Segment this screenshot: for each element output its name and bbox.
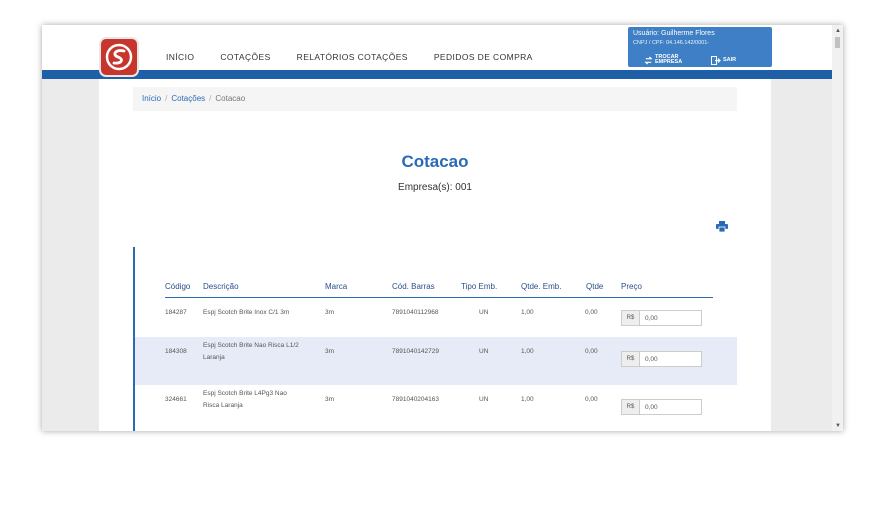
user-company: CNPJ / CPF: 04.146.142/0001- xyxy=(633,40,710,46)
col-header-codigo: Código xyxy=(165,282,191,291)
cell-qtde: 0,00 xyxy=(585,309,598,316)
col-header-descricao: Descrição xyxy=(203,282,239,291)
price-field: R$ xyxy=(621,310,702,326)
cell-descricao-line2: Risca Laranja xyxy=(203,402,243,409)
cell-qtde: 0,00 xyxy=(585,396,598,403)
cell-cod-barras: 7891040204163 xyxy=(392,396,439,403)
swap-icon xyxy=(644,55,653,65)
vertical-scrollbar[interactable]: ▲ ▼ xyxy=(832,25,843,431)
breadcrumb: Início / Cotações / Cotacao xyxy=(133,87,737,111)
cell-codigo: 184287 xyxy=(165,309,187,316)
cell-tipo-emb: UN xyxy=(479,309,489,316)
logo-icon[interactable] xyxy=(99,37,139,77)
cell-marca: 3m xyxy=(325,348,335,355)
price-input[interactable] xyxy=(640,399,702,415)
breadcrumb-separator: / xyxy=(209,94,212,103)
price-input[interactable] xyxy=(640,351,702,367)
logout-icon xyxy=(711,55,721,65)
breadcrumb-separator: / xyxy=(165,94,168,103)
print-icon[interactable] xyxy=(716,219,728,237)
cell-descricao: Espj Scotch Brite Nao Risca L1/2 xyxy=(203,342,299,349)
price-field: R$ xyxy=(621,351,702,367)
table-row: 324661 Espj Scotch Brite L4Pg3 Nao Risca… xyxy=(135,385,737,431)
col-header-cod-barras: Cód. Barras xyxy=(392,282,435,291)
cell-marca: 3m xyxy=(325,396,335,403)
page-subtitle: Empresa(s): 001 xyxy=(398,182,472,193)
cell-descricao-line2: Laranja xyxy=(203,354,225,361)
page-title: Cotacao xyxy=(401,152,469,171)
cell-descricao: Espj Scotch Brite Inox C/1 3m xyxy=(203,309,290,316)
logout-label: SAIR xyxy=(723,56,737,63)
cell-qtde: 0,00 xyxy=(585,348,598,355)
logout-button[interactable]: SAIR xyxy=(711,55,736,65)
nav-item-cotacoes[interactable]: COTAÇÕES xyxy=(220,52,270,62)
cell-descricao: Espj Scotch Brite L4Pg3 Nao xyxy=(203,390,287,397)
nav-item-relatorios-cotacoes[interactable]: RELATÓRIOS COTAÇÕES xyxy=(297,52,408,62)
breadcrumb-item-inicio[interactable]: Início xyxy=(142,94,161,103)
cell-marca: 3m xyxy=(325,309,335,316)
cell-codigo: 324661 xyxy=(165,396,187,403)
col-header-tipo-emb: Tipo Emb. xyxy=(461,282,498,291)
cell-qtde-emb: 1,00 xyxy=(521,309,534,316)
breadcrumb-item-current: Cotacao xyxy=(215,94,246,103)
currency-addon: R$ xyxy=(621,399,640,415)
currency-addon: R$ xyxy=(621,310,640,326)
user-panel: Usuário: Guilherme Flores CNPJ / CPF: 04… xyxy=(628,27,772,67)
col-header-qtde-emb: Qtde. Emb. xyxy=(521,282,562,291)
main-content: Início / Cotações / Cotacao Cotacao Empresa(… xyxy=(99,79,771,431)
scroll-up-arrow-icon[interactable]: ▲ xyxy=(835,28,841,34)
cell-codigo: 184308 xyxy=(165,348,187,355)
cell-qtde-emb: 1,00 xyxy=(521,396,534,403)
table-row: 184308 Espj Scotch Brite Nao Risca L1/2 … xyxy=(135,337,737,385)
user-name: Usuário: Guilherme Flores xyxy=(633,30,715,37)
currency-addon: R$ xyxy=(621,351,640,367)
quotation-table: Código Descrição Marca Cód. Barras Tipo … xyxy=(133,247,737,431)
header-accent-bar xyxy=(42,70,832,79)
browser-window: INÍCIO COTAÇÕES RELATÓRIOS COTAÇÕES PEDI… xyxy=(42,25,843,431)
table-header: Código Descrição Marca Cód. Barras Tipo … xyxy=(165,282,713,298)
scrollbar-thumb[interactable] xyxy=(835,37,840,48)
switch-company-label: TROCAR EMPRESA xyxy=(655,54,683,65)
col-header-preco: Preço xyxy=(621,282,642,291)
col-header-qtde: Qtde xyxy=(586,282,604,291)
cell-cod-barras: 7891040142729 xyxy=(392,348,439,355)
cell-qtde-emb: 1,00 xyxy=(521,348,534,355)
cell-cod-barras: 7891040112968 xyxy=(392,309,439,316)
main-nav: INÍCIO COTAÇÕES RELATÓRIOS COTAÇÕES PEDI… xyxy=(166,52,559,62)
table-row: 184287 Espj Scotch Brite Inox C/1 3m 3m … xyxy=(135,303,737,337)
scroll-down-arrow-icon[interactable]: ▼ xyxy=(835,423,841,429)
nav-item-inicio[interactable]: INÍCIO xyxy=(166,52,194,62)
switch-company-button[interactable]: TROCAR EMPRESA xyxy=(644,54,683,65)
cell-tipo-emb: UN xyxy=(479,348,489,355)
col-header-marca: Marca xyxy=(325,282,348,291)
price-field: R$ xyxy=(621,399,702,415)
breadcrumb-item-cotacoes[interactable]: Cotações xyxy=(171,94,205,103)
nav-item-pedidos-de-compra[interactable]: PEDIDOS DE COMPRA xyxy=(434,52,533,62)
price-input[interactable] xyxy=(640,310,702,326)
cell-tipo-emb: UN xyxy=(479,396,489,403)
